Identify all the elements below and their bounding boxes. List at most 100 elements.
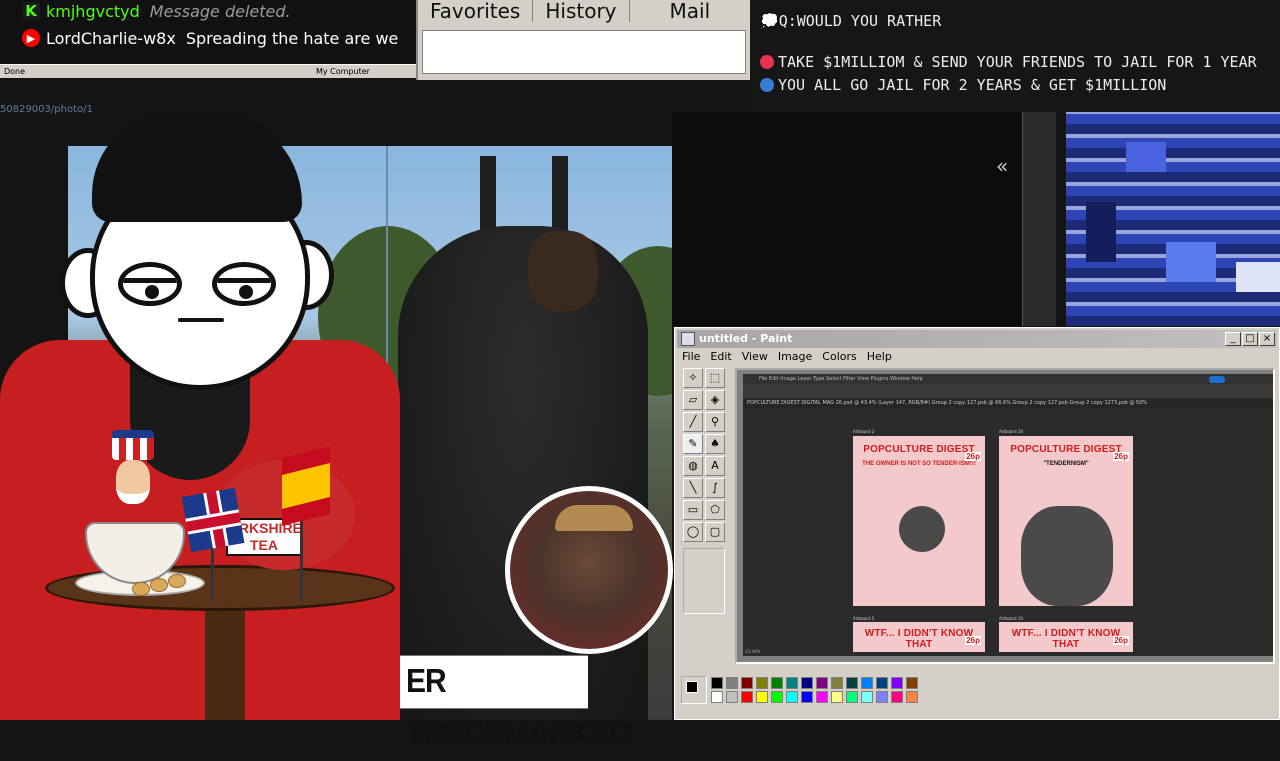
menu-image[interactable]: Image <box>773 348 817 366</box>
palette-swatch[interactable] <box>816 677 828 689</box>
paint-app-icon <box>681 332 695 346</box>
pencil-icon[interactable]: ✎ <box>683 434 703 454</box>
color-palette <box>681 676 921 706</box>
palette-swatch[interactable] <box>786 691 798 703</box>
palette-swatch[interactable] <box>711 691 723 703</box>
spain-flag-icon <box>282 446 330 526</box>
paint-toolbox: ✧ ⬚ ▱ ◈ ╱ ⚲ ✎ ♠ ◍ A ╲ ∫ ▭ ⬠ ◯ ▢ <box>679 368 729 618</box>
line-icon[interactable]: ╲ <box>683 478 703 498</box>
blue-circle-icon <box>760 78 774 92</box>
rect-select-icon[interactable]: ⬚ <box>705 368 725 388</box>
palette-swatch[interactable] <box>861 677 873 689</box>
palette-swatch[interactable] <box>876 691 888 703</box>
palette-swatch[interactable] <box>741 691 753 703</box>
horizontal-scrollbar[interactable] <box>679 711 1277 719</box>
curve-icon[interactable]: ∫ <box>705 478 725 498</box>
chat-text: Spreading the hate are we <box>185 28 399 48</box>
palette-swatch[interactable] <box>756 677 768 689</box>
menu-edit[interactable]: Edit <box>705 348 736 366</box>
ie-content <box>422 30 746 74</box>
polygon-icon[interactable]: ⬠ <box>705 500 725 520</box>
current-colors[interactable] <box>681 676 707 704</box>
paint-title: untitled - Paint <box>699 332 793 345</box>
paint-menubar: File Edit View Image Colors Help <box>677 348 1277 366</box>
palette-swatch[interactable] <box>831 691 843 703</box>
airbrush-icon[interactable]: ◍ <box>683 456 703 476</box>
brush-icon[interactable]: ♠ <box>705 434 725 454</box>
palette-swatch[interactable] <box>801 691 813 703</box>
palette-swatch[interactable] <box>726 691 738 703</box>
palette-swatch[interactable] <box>876 677 888 689</box>
palette-swatch[interactable] <box>786 677 798 689</box>
scrollbar[interactable] <box>1022 112 1056 326</box>
palette-swatch[interactable] <box>771 677 783 689</box>
uncle-sam-figure <box>108 430 158 510</box>
question-overlay: 💭Q:WOULD YOU RATHER TAKE $1MILLIOM & SEN… <box>750 0 1280 112</box>
close-button[interactable]: × <box>1259 332 1275 346</box>
speech-bubble-icon: 💭 <box>760 12 779 30</box>
palette-swatch[interactable] <box>891 691 903 703</box>
artboard-label: Artboard 5 <box>853 616 875 621</box>
mascot-eye-left <box>118 262 182 306</box>
menu-help[interactable]: Help <box>862 348 897 366</box>
paint-canvas[interactable]: File Edit Image Layer Type Select Filter… <box>735 368 1275 664</box>
palette-swatch[interactable] <box>816 691 828 703</box>
browser-statusbar: Done My Computer <box>0 64 416 78</box>
fill-icon[interactable]: ◈ <box>705 390 725 410</box>
artboard-label: Artboard 19 <box>999 616 1023 621</box>
magnifier-icon[interactable]: ⚲ <box>705 412 725 432</box>
option-two: YOU ALL GO JAIL FOR 2 YEARS & GET $1MILL… <box>760 76 1166 94</box>
palette-swatch[interactable] <box>846 691 858 703</box>
chat-message: ▶ LordCharlie-w8x Spreading the hate are… <box>22 27 398 49</box>
ps-optionsbar <box>743 384 1273 398</box>
menu-file[interactable]: File <box>677 348 705 366</box>
eraser-icon[interactable]: ▱ <box>683 390 703 410</box>
menu-colors[interactable]: Colors <box>817 348 861 366</box>
biscuit <box>132 582 150 596</box>
chat-username: LordCharlie-w8x <box>46 28 176 48</box>
menu-history[interactable]: History <box>533 0 630 22</box>
menu-view[interactable]: View <box>737 348 773 366</box>
rectangle-icon[interactable]: ▭ <box>683 500 703 520</box>
artboard-label: Artboard 18 <box>999 429 1023 434</box>
paint-titlebar[interactable]: untitled - Paint _ □ × <box>677 330 1277 348</box>
table-leg <box>205 605 245 720</box>
minimize-button[interactable]: _ <box>1225 332 1241 346</box>
mascot-hair <box>92 112 302 222</box>
palette-swatch[interactable] <box>906 691 918 703</box>
ellipse-icon[interactable]: ◯ <box>683 522 703 542</box>
palette-swatch[interactable] <box>711 677 723 689</box>
picker-icon[interactable]: ╱ <box>683 412 703 432</box>
collapse-chevron-icon[interactable]: « <box>996 154 1008 178</box>
palette-swatch[interactable] <box>771 691 783 703</box>
biscuit <box>168 574 186 588</box>
photoshop-screenshot: File Edit Image Layer Type Select Filter… <box>743 374 1273 656</box>
chat-username: kmjhgvctyd <box>46 1 140 21</box>
palette-swatch[interactable] <box>831 677 843 689</box>
palette-swatch[interactable] <box>846 677 858 689</box>
mascot-mouth <box>178 318 224 322</box>
menu-favorites[interactable]: Favorites <box>418 0 534 22</box>
artboard-label: Artboard 2 <box>853 429 875 434</box>
maximize-button[interactable]: □ <box>1242 332 1258 346</box>
palette-swatch[interactable] <box>801 677 813 689</box>
ps-share-button <box>1209 376 1225 383</box>
elder-portrait <box>505 486 673 654</box>
palette-swatch[interactable] <box>741 677 753 689</box>
status-zone: My Computer <box>316 67 370 76</box>
option-one: TAKE $1MILLIOM & SEND YOUR FRIENDS TO JA… <box>760 53 1257 71</box>
tool-options[interactable] <box>683 548 725 614</box>
mascot-eye-right <box>212 262 276 306</box>
menu-mail[interactable]: Mail <box>630 0 723 22</box>
palette-swatch[interactable] <box>891 677 903 689</box>
uk-flag-icon <box>181 487 245 553</box>
rounded-rect-icon[interactable]: ▢ <box>705 522 725 542</box>
magazine-cover: POPCULTURE DIGEST 26p THE OWNER IS NOT S… <box>853 436 985 606</box>
free-select-icon[interactable]: ✧ <box>683 368 703 388</box>
palette-swatch[interactable] <box>906 677 918 689</box>
biscuit <box>150 578 168 592</box>
palette-swatch[interactable] <box>861 691 873 703</box>
palette-swatch[interactable] <box>756 691 768 703</box>
palette-swatch[interactable] <box>726 677 738 689</box>
text-icon[interactable]: A <box>705 456 725 476</box>
